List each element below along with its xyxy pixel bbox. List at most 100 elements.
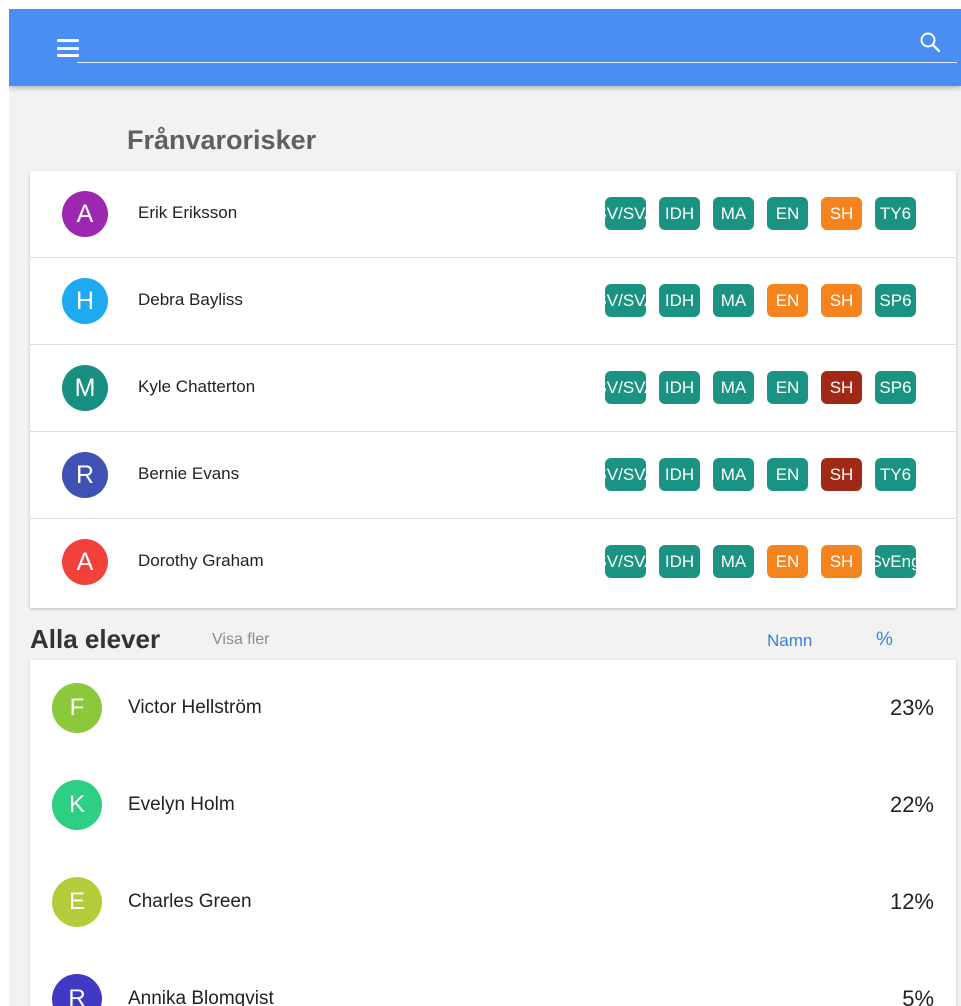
- course-code: MA: [720, 552, 747, 571]
- absence-percent: 12%: [889, 889, 934, 914]
- course-badge[interactable]: IDH: [659, 458, 700, 491]
- course-badges: SV/SVA IDH MA EN SH TY6: [605, 458, 929, 491]
- course-badge[interactable]: IDH: [659, 371, 700, 404]
- student-name: Charles Green: [128, 891, 252, 912]
- course-code: SP6: [879, 291, 912, 310]
- search-input[interactable]: [77, 62, 957, 63]
- course-badge[interactable]: MA: [713, 371, 754, 404]
- course-code: MA: [720, 204, 747, 223]
- sort-by-name-button[interactable]: Namn: [767, 631, 812, 651]
- course-code: SH: [829, 291, 854, 310]
- course-badge[interactable]: MA: [713, 545, 754, 578]
- course-code: SV/SVA: [605, 378, 646, 397]
- sort-by-percent-button[interactable]: %: [876, 629, 893, 651]
- student-name: Bernie Evans: [138, 464, 240, 483]
- avatar: F: [52, 683, 102, 733]
- course-badge[interactable]: SvEng: [875, 545, 916, 578]
- course-badge[interactable]: IDH: [659, 545, 700, 578]
- absence-percent: 22%: [889, 792, 934, 817]
- avatar: A: [62, 191, 108, 237]
- hamburger-menu-icon[interactable]: [57, 39, 79, 57]
- course-badge[interactable]: MA: [713, 197, 754, 230]
- course-code: SP6: [879, 378, 912, 397]
- course-code: SV/SVA: [605, 552, 646, 571]
- course-badge[interactable]: MA: [713, 284, 754, 317]
- course-badge[interactable]: IDH: [659, 284, 700, 317]
- course-badge[interactable]: SP6: [875, 371, 916, 404]
- avatar: A: [62, 539, 108, 585]
- student-name: Kyle Chatterton: [138, 377, 256, 396]
- course-badge[interactable]: SH: [821, 545, 862, 578]
- student-row[interactable]: F Victor Hellström 23%: [30, 660, 956, 757]
- risk-student-row[interactable]: R Bernie Evans SV/SVA IDH MA EN SH TY6: [30, 432, 956, 519]
- student-name: Debra Bayliss: [138, 290, 243, 309]
- student-row[interactable]: E Charles Green 12%: [30, 854, 956, 951]
- course-code: SV/SVA: [605, 204, 646, 223]
- course-badge[interactable]: EN: [767, 197, 808, 230]
- app-page: Frånvarorisker AErik ErikssonSV/SVAIDHMA…: [9, 9, 961, 1006]
- student-row[interactable]: K Evelyn Holm 22%: [30, 757, 956, 854]
- risk-student-row[interactable]: H Debra Bayliss SV/SVA IDH MA EN SH SP6: [30, 258, 956, 345]
- course-badge[interactable]: IDH: [659, 197, 700, 230]
- course-code: TY6: [879, 465, 912, 484]
- course-code: SV/SVA: [605, 291, 646, 310]
- absence-percent: 23%: [889, 695, 934, 720]
- course-badges: SV/SVA IDH MA EN SH TY6: [605, 197, 929, 230]
- student-name: Dorothy Graham: [138, 551, 264, 570]
- course-badge[interactable]: SV/SVA: [605, 545, 646, 578]
- course-code: IDH: [664, 204, 695, 223]
- all-students-header: Alla elever Visa fler Namn %: [30, 620, 956, 660]
- course-code: IDH: [664, 465, 695, 484]
- absence-risk-list: AErik ErikssonSV/SVAIDHMAENSHTY6HDebra B…: [30, 171, 956, 608]
- course-badge[interactable]: SH: [821, 284, 862, 317]
- course-badge[interactable]: SV/SVA: [605, 284, 646, 317]
- course-badge[interactable]: EN: [767, 545, 808, 578]
- course-code: SH: [829, 204, 854, 223]
- course-code: SV/SVA: [605, 465, 646, 484]
- course-badge[interactable]: SH: [821, 458, 862, 491]
- course-badges: SV/SVA IDH MA EN SH SP6: [605, 284, 929, 317]
- course-code: IDH: [664, 378, 695, 397]
- course-badge[interactable]: SH: [821, 371, 862, 404]
- course-code: IDH: [664, 291, 695, 310]
- course-badge[interactable]: TY6: [875, 197, 916, 230]
- avatar: M: [62, 365, 108, 411]
- all-students-title: Alla elever: [30, 624, 161, 654]
- course-code: MA: [720, 378, 747, 397]
- risk-student-row[interactable]: M Kyle Chatterton SV/SVA IDH MA EN SH SP6: [30, 345, 956, 432]
- course-badge[interactable]: SV/SVA: [605, 197, 646, 230]
- student-name: Erik Eriksson: [138, 203, 238, 222]
- student-name: Victor Hellström: [128, 697, 262, 718]
- all-students-list: F Victor Hellström 23% K Evelyn Holm 22% E Char…: [30, 660, 956, 1006]
- course-code: SH: [829, 465, 854, 484]
- course-badge[interactable]: SH: [821, 197, 862, 230]
- avatar: E: [52, 877, 102, 927]
- student-name: Evelyn Holm: [128, 794, 235, 815]
- course-badge[interactable]: SV/SVA: [605, 371, 646, 404]
- course-code: EN: [775, 552, 800, 571]
- course-badge[interactable]: SP6: [875, 284, 916, 317]
- course-badge[interactable]: TY6: [875, 458, 916, 491]
- risk-student-row[interactable]: A Erik Eriksson SV/SVA IDH MA EN SH TY6: [30, 171, 956, 258]
- course-code: SvEng: [875, 552, 916, 571]
- avatar: K: [52, 780, 102, 830]
- course-badge[interactable]: EN: [767, 458, 808, 491]
- course-code: MA: [720, 465, 747, 484]
- avatar: H: [62, 278, 108, 324]
- course-code: SH: [829, 552, 854, 571]
- course-code: MA: [720, 291, 747, 310]
- course-badge[interactable]: SV/SVA: [605, 458, 646, 491]
- course-badge[interactable]: EN: [767, 284, 808, 317]
- course-badge[interactable]: EN: [767, 371, 808, 404]
- search-icon[interactable]: [918, 30, 942, 54]
- avatar: R: [62, 452, 108, 498]
- section-title-absence-risks: Frånvarorisker: [127, 125, 317, 155]
- show-more-link[interactable]: Visa fler: [212, 631, 270, 649]
- course-badges: SV/SVA IDH MA EN SH SvEng: [605, 545, 929, 578]
- course-code: EN: [775, 465, 800, 484]
- course-code: IDH: [664, 552, 695, 571]
- risk-student-row[interactable]: A Dorothy Graham SV/SVA IDH MA EN SH SvEng: [30, 519, 956, 606]
- course-badge[interactable]: MA: [713, 458, 754, 491]
- student-row[interactable]: R Annika Blomqvist 5%: [30, 951, 956, 1006]
- course-code: TY6: [879, 204, 912, 223]
